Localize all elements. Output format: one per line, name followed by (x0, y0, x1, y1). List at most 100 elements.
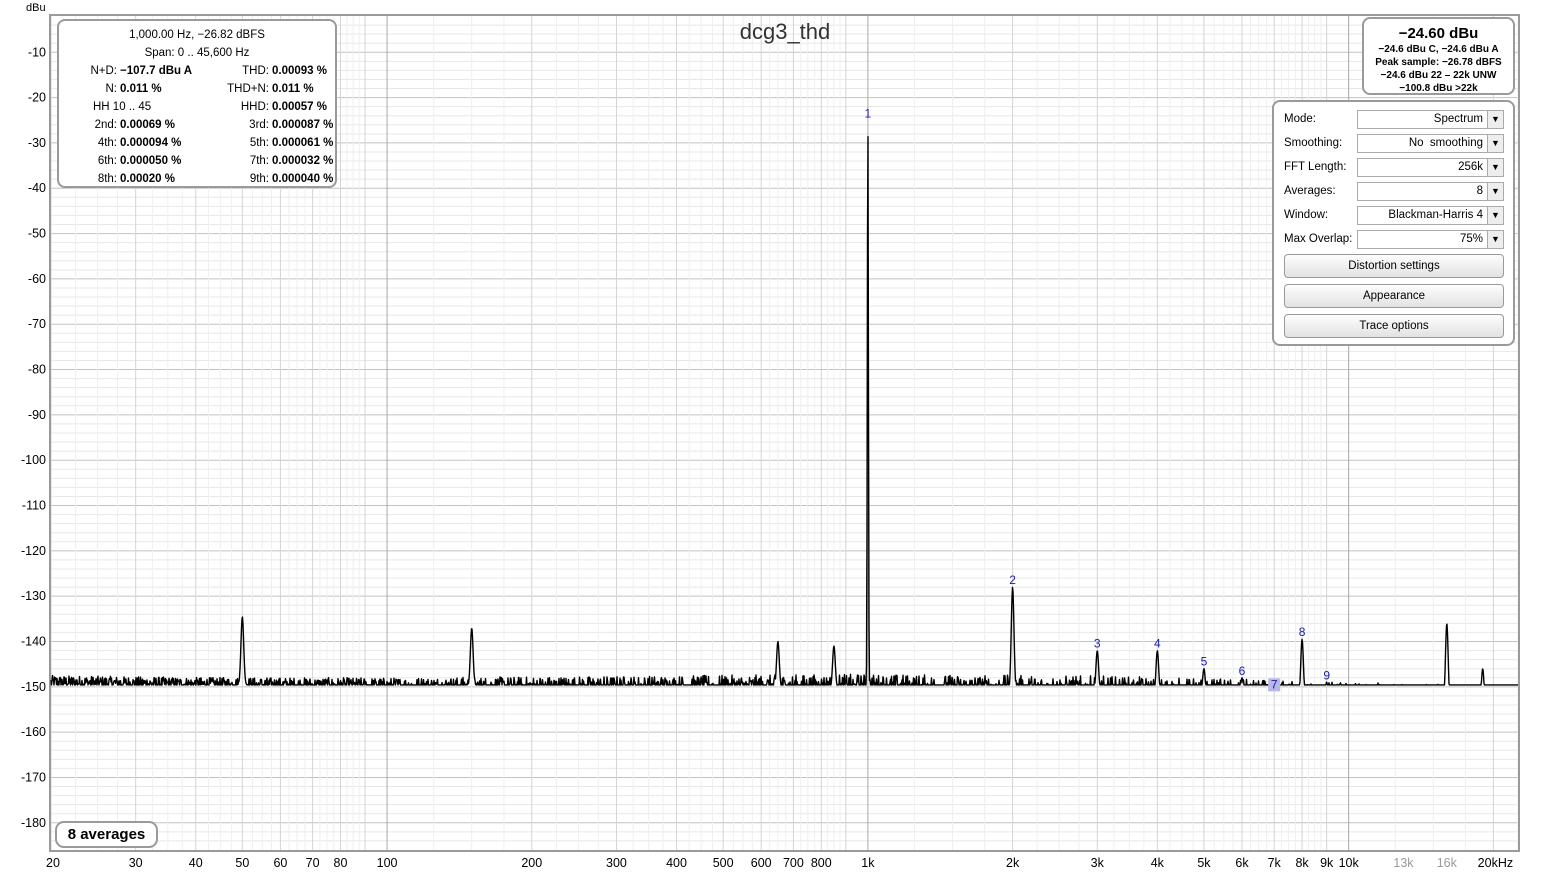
stats-label: N+D: (90, 65, 117, 77)
stats-label: THD: (242, 65, 269, 77)
max-overlap-label: Max Overlap: (1284, 233, 1353, 245)
chevron-down-icon[interactable]: ▼ (1487, 231, 1503, 248)
stats-cell: 5th: 0.000061 % (197, 134, 335, 152)
x-axis-ticks: 20 30 40 50 60 70 80 100 200 300 400 500 600 700 800 1k… (46, 856, 1513, 870)
stats-cell: 9th: 0.000040 % (197, 170, 335, 188)
stats-label: 2nd: (94, 119, 117, 131)
distortion-stats-panel: 1,000.00 Hz, −26.82 dBFS Span: 0 .. 45,6… (57, 19, 337, 188)
level-main: −24.60 dBu (1398, 25, 1479, 42)
stats-span: Span: 0 .. 45,600 Hz (144, 47, 250, 59)
chevron-down-icon[interactable]: ▼ (1487, 159, 1503, 176)
harmonic-marker-label: 3 (1094, 637, 1101, 651)
y-tick-label: -10 (28, 45, 46, 59)
stats-value: 0.000032 % (272, 155, 334, 167)
stats-row: N+D: −107.7 dBu A THD: 0.00093 % (59, 62, 335, 80)
y-tick-label: -90 (28, 408, 46, 422)
x-tick-label: 16k (1437, 856, 1458, 870)
stats-label: THD+N: (227, 83, 269, 95)
stats-cell: HHD: 0.00057 % (197, 98, 335, 116)
window-select[interactable]: Blackman-Harris 4 ▼ (1357, 206, 1504, 225)
stats-cell: 7th: 0.000032 % (197, 152, 335, 170)
window-label: Window: (1284, 209, 1329, 221)
averages-select[interactable]: 8 ▼ (1357, 182, 1504, 201)
x-tick-label: 200 (521, 856, 542, 870)
stats-cell: HH 10 .. 45 (59, 98, 197, 116)
stats-value: 0.00020 % (120, 173, 175, 185)
averages-row: Averages: 8 ▼ (1284, 182, 1508, 202)
x-tick-label: 800 (811, 856, 832, 870)
x-tick-label: 300 (606, 856, 627, 870)
x-tick-label: 3k (1091, 856, 1105, 870)
chevron-down-icon[interactable]: ▼ (1487, 111, 1503, 128)
stats-header: 1,000.00 Hz, −26.82 dBFS (129, 29, 265, 41)
stats-value: 0.000061 % (272, 137, 334, 149)
stats-label: 3rd: (249, 119, 269, 131)
averages-label: Averages: (1284, 185, 1336, 197)
x-tick-label: 40 (189, 856, 203, 870)
chart-title: dcg3_thd (740, 19, 831, 44)
y-tick-label: -150 (21, 680, 46, 694)
appearance-button[interactable]: Appearance (1284, 284, 1504, 308)
distortion-settings-button[interactable]: Distortion settings (1284, 254, 1504, 278)
y-tick-label: -170 (21, 770, 46, 784)
y-tick-label: -160 (21, 725, 46, 739)
stats-label: 9th: (249, 173, 269, 185)
harmonic-marker-label: 9 (1323, 668, 1330, 682)
level-line: Peak sample: −26.78 dBFS (1375, 57, 1502, 68)
mode-select[interactable]: Spectrum ▼ (1357, 110, 1504, 129)
chevron-down-icon[interactable]: ▼ (1487, 183, 1503, 200)
harmonic-marker-label: 5 (1201, 655, 1208, 669)
stats-label: HHD: (240, 101, 269, 113)
stats-label: 4th: (97, 137, 117, 149)
stats-value: −107.7 dBu A (120, 65, 193, 77)
stats-value: 0.000040 % (272, 173, 334, 185)
stats-value: 0.011 % (272, 83, 314, 95)
y-tick-label: -60 (28, 272, 46, 286)
x-tick-label: 8k (1295, 856, 1309, 870)
stats-label: 5th: (249, 137, 269, 149)
y-tick-label: -70 (28, 317, 46, 331)
stats-cell: 6th: 0.000050 % (59, 152, 197, 170)
stats-cell: THD+N: 0.011 % (197, 80, 335, 98)
level-line: −24.6 dBu C, −24.6 dBu A (1378, 44, 1499, 55)
stats-row: 2nd: 0.00069 % 3rd: 0.000087 % (59, 116, 335, 134)
x-tick-label: 600 (751, 856, 772, 870)
stats-label: 8th: (97, 173, 117, 185)
smoothing-row: Smoothing: No smoothing ▼ (1284, 134, 1508, 154)
stats-note: HH 10 .. 45 (93, 101, 152, 113)
x-tick-label: 6k (1235, 856, 1249, 870)
harmonic-marker-label: 2 (1009, 573, 1016, 587)
harmonic-marker-label: 7 (1271, 677, 1278, 691)
y-axis-ticks: -10 -20 -30 -40 -50 -60 -70 -80 -90 -100 -110 -120 -… (21, 45, 46, 830)
x-tick-label: 5k (1197, 856, 1211, 870)
y-tick-label: -120 (21, 544, 46, 558)
stats-cell: 4th: 0.000094 % (59, 134, 197, 152)
x-tick-label: 80 (334, 856, 348, 870)
mode-label: Mode: (1284, 113, 1316, 125)
stats-row: N: 0.011 % THD+N: 0.011 % (59, 80, 335, 98)
level-line: −100.8 dBu >22k (1399, 83, 1478, 94)
trace-options-button[interactable]: Trace options (1284, 314, 1504, 338)
stats-cell: 8th: 0.00020 % (59, 170, 197, 188)
chevron-down-icon[interactable]: ▼ (1487, 135, 1503, 152)
fft-length-select[interactable]: 256k ▼ (1357, 158, 1504, 177)
stats-cell: THD: 0.00093 % (197, 62, 335, 80)
y-tick-label: -80 (28, 363, 46, 377)
max-overlap-select[interactable]: 75% ▼ (1357, 230, 1504, 249)
stats-label: 6th: (97, 155, 117, 167)
fft-length-row: FFT Length: 256k ▼ (1284, 158, 1508, 178)
x-tick-label: 9k (1320, 856, 1334, 870)
stats-value: 0.011 % (120, 83, 162, 95)
y-tick-label: -50 (28, 227, 46, 241)
stats-value: 0.000087 % (272, 119, 334, 131)
stats-cell: N+D: −107.7 dBu A (59, 62, 197, 80)
chevron-down-icon[interactable]: ▼ (1487, 207, 1503, 224)
stats-cell: 2nd: 0.00069 % (59, 116, 197, 134)
x-tick-label: 7k (1268, 856, 1282, 870)
smoothing-label: Smoothing: (1284, 137, 1343, 149)
stats-value: 0.000094 % (120, 137, 182, 149)
stats-label: 7th: (249, 155, 269, 167)
smoothing-select[interactable]: No smoothing ▼ (1357, 134, 1504, 153)
x-tick-label: 700 (783, 856, 804, 870)
harmonic-marker-label: 4 (1154, 637, 1161, 651)
